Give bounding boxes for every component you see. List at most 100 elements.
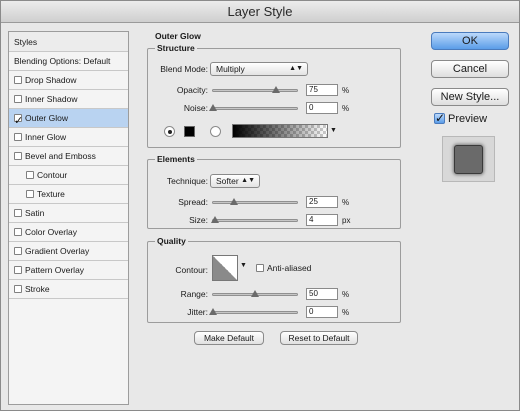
styles-item-label: Color Overlay <box>25 227 77 237</box>
styles-item[interactable]: Blending Options: Default <box>9 52 128 71</box>
size-slider[interactable] <box>210 216 298 223</box>
opacity-slider[interactable] <box>212 86 298 93</box>
styles-item-label: Bevel and Emboss <box>25 151 96 161</box>
styles-item-label: Drop Shadow <box>25 75 77 85</box>
styles-list: Styles Blending Options: Default Drop Sha… <box>8 31 129 405</box>
style-checkbox[interactable] <box>14 246 22 255</box>
styles-item[interactable]: Gradient Overlay <box>9 242 128 261</box>
opacity-slider-thumb[interactable] <box>272 86 280 93</box>
size-slider-thumb[interactable] <box>210 216 219 223</box>
layer-style-dialog: Layer Style Styles Blending Options: Def… <box>0 0 520 411</box>
styles-item-label: Satin <box>25 208 45 218</box>
style-checkbox[interactable] <box>14 265 22 274</box>
reset-default-button[interactable]: Reset to Default <box>280 331 358 345</box>
styles-item[interactable]: Bevel and Emboss <box>9 147 128 166</box>
style-checkbox[interactable] <box>26 170 34 179</box>
spread-unit: % <box>342 198 350 207</box>
styles-item[interactable]: Drop Shadow <box>9 71 128 90</box>
glow-gradient-radio[interactable] <box>210 126 221 137</box>
opacity-label: Opacity: <box>176 85 208 95</box>
anti-aliased-box[interactable] <box>256 263 264 272</box>
spread-input[interactable]: 25 <box>306 196 338 208</box>
noise-unit: % <box>342 104 350 113</box>
anti-aliased-checkbox[interactable]: Anti-aliased <box>256 263 311 273</box>
noise-label: Noise: <box>183 103 208 113</box>
jitter-label: Jitter: <box>187 307 208 317</box>
spread-slider[interactable] <box>212 198 298 205</box>
contour-label: Contour: <box>175 265 208 275</box>
styles-header[interactable]: Styles <box>9 32 128 52</box>
style-preview <box>442 136 495 182</box>
structure-group: Structure Blend Mode: Multiply ▲▼ Opacit… <box>147 43 401 148</box>
range-input[interactable]: 50 <box>306 288 338 300</box>
style-checkbox[interactable] <box>14 75 22 84</box>
spread-slider-thumb[interactable] <box>230 198 238 205</box>
jitter-unit: % <box>342 308 350 317</box>
style-checkbox[interactable] <box>14 132 22 141</box>
jitter-slider[interactable] <box>209 308 298 315</box>
styles-item-label: Texture <box>37 189 65 199</box>
styles-item[interactable]: Texture <box>9 185 128 204</box>
styles-item-label: Outer Glow <box>25 113 68 123</box>
opacity-input[interactable]: 75 <box>306 84 338 96</box>
blend-mode-select[interactable]: Multiply ▲▼ <box>210 62 308 76</box>
technique-select[interactable]: Softer ▲▼ <box>210 174 260 188</box>
styles-item-label: Stroke <box>25 284 50 294</box>
spread-label: Spread: <box>178 197 208 207</box>
glow-gradient-swatch[interactable] <box>232 124 328 138</box>
quality-title: Quality <box>155 236 188 246</box>
jitter-slider-thumb[interactable] <box>209 308 217 315</box>
styles-item-label: Contour <box>37 170 68 180</box>
style-checkbox[interactable] <box>14 94 22 103</box>
styles-item[interactable]: Outer Glow <box>9 109 128 130</box>
range-slider-thumb[interactable] <box>251 290 259 297</box>
styles-item[interactable]: Color Overlay <box>9 223 128 242</box>
styles-item-label: Blending Options: Default <box>14 56 111 66</box>
style-checkbox[interactable] <box>14 111 23 130</box>
updown-arrows-icon: ▲▼ <box>241 177 255 184</box>
style-checkbox[interactable] <box>14 284 22 293</box>
noise-slider-thumb[interactable] <box>209 104 217 111</box>
elements-group: Elements Technique: Softer ▲▼ Spread: 25… <box>147 154 401 229</box>
styles-item[interactable]: Pattern Overlay <box>9 261 128 280</box>
styles-item-label: Inner Glow <box>25 132 67 142</box>
styles-item[interactable]: Stroke <box>9 280 128 299</box>
styles-item-label: Pattern Overlay <box>25 265 85 275</box>
styles-item-label: Gradient Overlay <box>25 246 90 256</box>
contour-picker[interactable] <box>212 255 238 281</box>
styles-item[interactable]: Satin <box>9 204 128 223</box>
size-unit: px <box>342 216 351 225</box>
preview-checkbox[interactable]: Preview <box>434 111 487 125</box>
preview-check-icon[interactable] <box>434 111 445 125</box>
structure-title: Structure <box>155 43 197 53</box>
noise-slider[interactable] <box>209 104 298 111</box>
jitter-input[interactable]: 0 <box>306 306 338 318</box>
style-checkbox[interactable] <box>14 227 22 236</box>
blend-mode-value: Multiply <box>216 64 245 74</box>
styles-items: Blending Options: Default Drop Shadow Inne… <box>9 52 128 299</box>
ok-button[interactable]: OK <box>431 32 509 50</box>
style-checkbox[interactable] <box>26 189 34 198</box>
preview-swatch <box>454 145 483 174</box>
styles-item[interactable]: Inner Shadow <box>9 90 128 109</box>
styles-item[interactable]: Contour <box>9 166 128 185</box>
style-checkbox[interactable] <box>14 151 22 160</box>
make-default-button[interactable]: Make Default <box>194 331 264 345</box>
noise-input[interactable]: 0 <box>306 102 338 114</box>
opacity-unit: % <box>342 86 350 95</box>
outer-glow-panel: Outer Glow Structure Blend Mode: Multipl… <box>139 31 409 381</box>
styles-item[interactable]: Inner Glow <box>9 128 128 147</box>
technique-value: Softer <box>216 176 239 186</box>
chevron-down-icon[interactable]: ▼ <box>240 262 247 269</box>
window-title: Layer Style <box>1 1 519 23</box>
glow-color-swatch[interactable] <box>184 126 195 137</box>
blend-mode-label: Blend Mode: <box>160 64 208 74</box>
updown-arrows-icon: ▲▼ <box>289 65 303 72</box>
new-style-button[interactable]: New Style... <box>431 88 509 106</box>
glow-color-radio[interactable] <box>164 126 175 137</box>
size-input[interactable]: 4 <box>306 214 338 226</box>
style-checkbox[interactable] <box>14 208 22 217</box>
range-slider[interactable] <box>212 290 298 297</box>
chevron-down-icon[interactable]: ▼ <box>330 127 337 134</box>
cancel-button[interactable]: Cancel <box>431 60 509 78</box>
